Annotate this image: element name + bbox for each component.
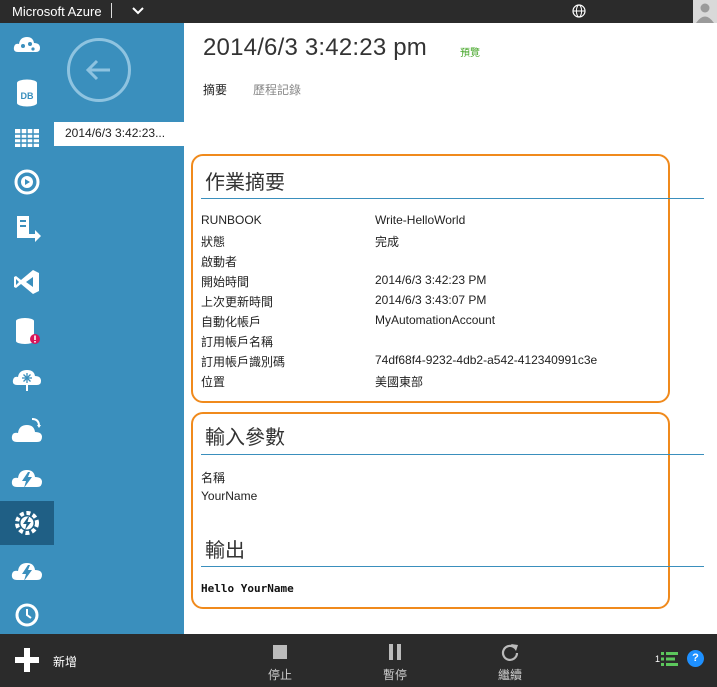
nav-automation-cloud[interactable] bbox=[0, 456, 54, 500]
input-params-divider bbox=[201, 454, 704, 455]
input-params-name-header: 名稱 bbox=[201, 471, 226, 485]
notification-count: 1 bbox=[655, 654, 661, 664]
nav-biztalk-services[interactable] bbox=[0, 356, 54, 400]
nav-cloud-services[interactable] bbox=[0, 23, 54, 67]
summary-key-start-time: 開始時間 bbox=[201, 275, 250, 289]
summary-value-subscription-id: 74df68f4-9232-4db2-a542-412340991c3e bbox=[375, 353, 598, 367]
summary-key-location: 位置 bbox=[201, 375, 226, 389]
job-summary-divider bbox=[201, 198, 704, 199]
pause-button[interactable]: 暫停 bbox=[365, 640, 425, 684]
globe-icon[interactable] bbox=[572, 4, 586, 18]
summary-value-start-time: 2014/6/3 3:42:23 PM bbox=[375, 273, 487, 287]
plus-icon[interactable] bbox=[15, 648, 39, 672]
automation-cloud-icon bbox=[11, 470, 42, 488]
preview-badge: 預覽 bbox=[460, 48, 480, 59]
tab-history[interactable]: 歷程記錄 bbox=[253, 81, 301, 98]
back-arrow-icon bbox=[85, 59, 110, 81]
resume-label: 繼續 bbox=[497, 668, 522, 682]
job-list-item-selected[interactable]: 2014/6/3 3:42:23... bbox=[54, 122, 184, 146]
output-divider bbox=[201, 566, 704, 567]
summary-value-last-updated: 2014/6/3 3:43:07 PM bbox=[375, 293, 487, 307]
service-nav: DB bbox=[0, 23, 54, 634]
command-bar: 新增 停止 暫停 繼續 1 ? bbox=[0, 634, 717, 687]
summary-key-subscription-name: 訂用帳戶名稱 bbox=[201, 335, 274, 349]
help-icon[interactable]: ? bbox=[687, 650, 704, 667]
pause-icon bbox=[389, 644, 401, 660]
output-title: 輸出 bbox=[205, 540, 245, 562]
list-icon[interactable] bbox=[661, 651, 679, 667]
stop-button[interactable]: 停止 bbox=[250, 640, 310, 684]
summary-value-runbook[interactable]: Write-HelloWorld bbox=[375, 213, 465, 227]
automation-icon bbox=[15, 511, 39, 535]
history-icon bbox=[15, 603, 39, 627]
brand-divider bbox=[111, 3, 112, 18]
scheduler-icon bbox=[11, 563, 42, 581]
summary-key-status: 狀態 bbox=[201, 235, 226, 249]
input-params-title: 輸入參數 bbox=[205, 427, 285, 449]
svg-text:DB: DB bbox=[21, 91, 34, 101]
brand-title[interactable]: Microsoft Azure bbox=[12, 4, 102, 19]
media-services-icon bbox=[14, 169, 40, 195]
back-button[interactable] bbox=[67, 38, 131, 102]
biztalk-services-icon bbox=[12, 370, 41, 391]
chevron-down-icon[interactable] bbox=[131, 3, 145, 17]
stop-icon bbox=[273, 645, 287, 659]
summary-key-started-by: 啟動者 bbox=[201, 255, 238, 269]
visual-studio-online-icon bbox=[14, 270, 39, 294]
nav-history[interactable] bbox=[0, 593, 54, 637]
service-bus-icon bbox=[17, 216, 41, 242]
nav-visual-studio-online[interactable] bbox=[0, 260, 54, 304]
output-text: Hello YourName bbox=[201, 582, 294, 595]
stop-label: 停止 bbox=[267, 668, 292, 682]
refresh-icon bbox=[501, 644, 519, 661]
cloud-services-icon bbox=[13, 37, 40, 52]
summary-key-last-updated: 上次更新時間 bbox=[201, 295, 274, 309]
top-bar: Microsoft Azure bbox=[0, 0, 717, 23]
sql-database-icon: DB bbox=[17, 79, 37, 107]
summary-value-location: 美國東部 bbox=[375, 375, 424, 389]
summary-value-status: 完成 bbox=[375, 235, 400, 249]
summary-key-runbook: RUNBOOK bbox=[201, 213, 262, 227]
new-button-label[interactable]: 新增 bbox=[53, 653, 77, 670]
summary-key-automation-account: 自動化帳戶 bbox=[201, 315, 262, 329]
nav-automation[interactable] bbox=[0, 501, 54, 545]
tab-summary[interactable]: 摘要 bbox=[203, 81, 227, 98]
nav-storage[interactable] bbox=[0, 116, 54, 160]
cache-icon bbox=[16, 318, 40, 344]
job-list-panel: 2014/6/3 3:42:23... bbox=[54, 23, 184, 634]
input-param-name: YourName bbox=[201, 489, 258, 503]
job-summary-title: 作業摘要 bbox=[205, 172, 285, 194]
page-title: 2014/6/3 3:42:23 pm bbox=[203, 34, 427, 61]
nav-sql-database[interactable]: DB bbox=[0, 71, 54, 115]
nav-recovery-services[interactable] bbox=[0, 409, 54, 453]
summary-key-subscription-id: 訂用帳戶識別碼 bbox=[201, 355, 286, 369]
nav-media-services[interactable] bbox=[0, 160, 54, 204]
nav-cache[interactable] bbox=[0, 309, 54, 353]
avatar[interactable] bbox=[693, 0, 717, 23]
storage-table-icon bbox=[15, 129, 39, 147]
pause-label: 暫停 bbox=[382, 668, 407, 682]
recovery-services-icon bbox=[11, 418, 42, 442]
nav-scheduler[interactable] bbox=[0, 549, 54, 593]
resume-button[interactable]: 繼續 bbox=[480, 640, 540, 684]
nav-service-bus[interactable] bbox=[0, 207, 54, 251]
summary-value-automation-account[interactable]: MyAutomationAccount bbox=[375, 313, 495, 327]
